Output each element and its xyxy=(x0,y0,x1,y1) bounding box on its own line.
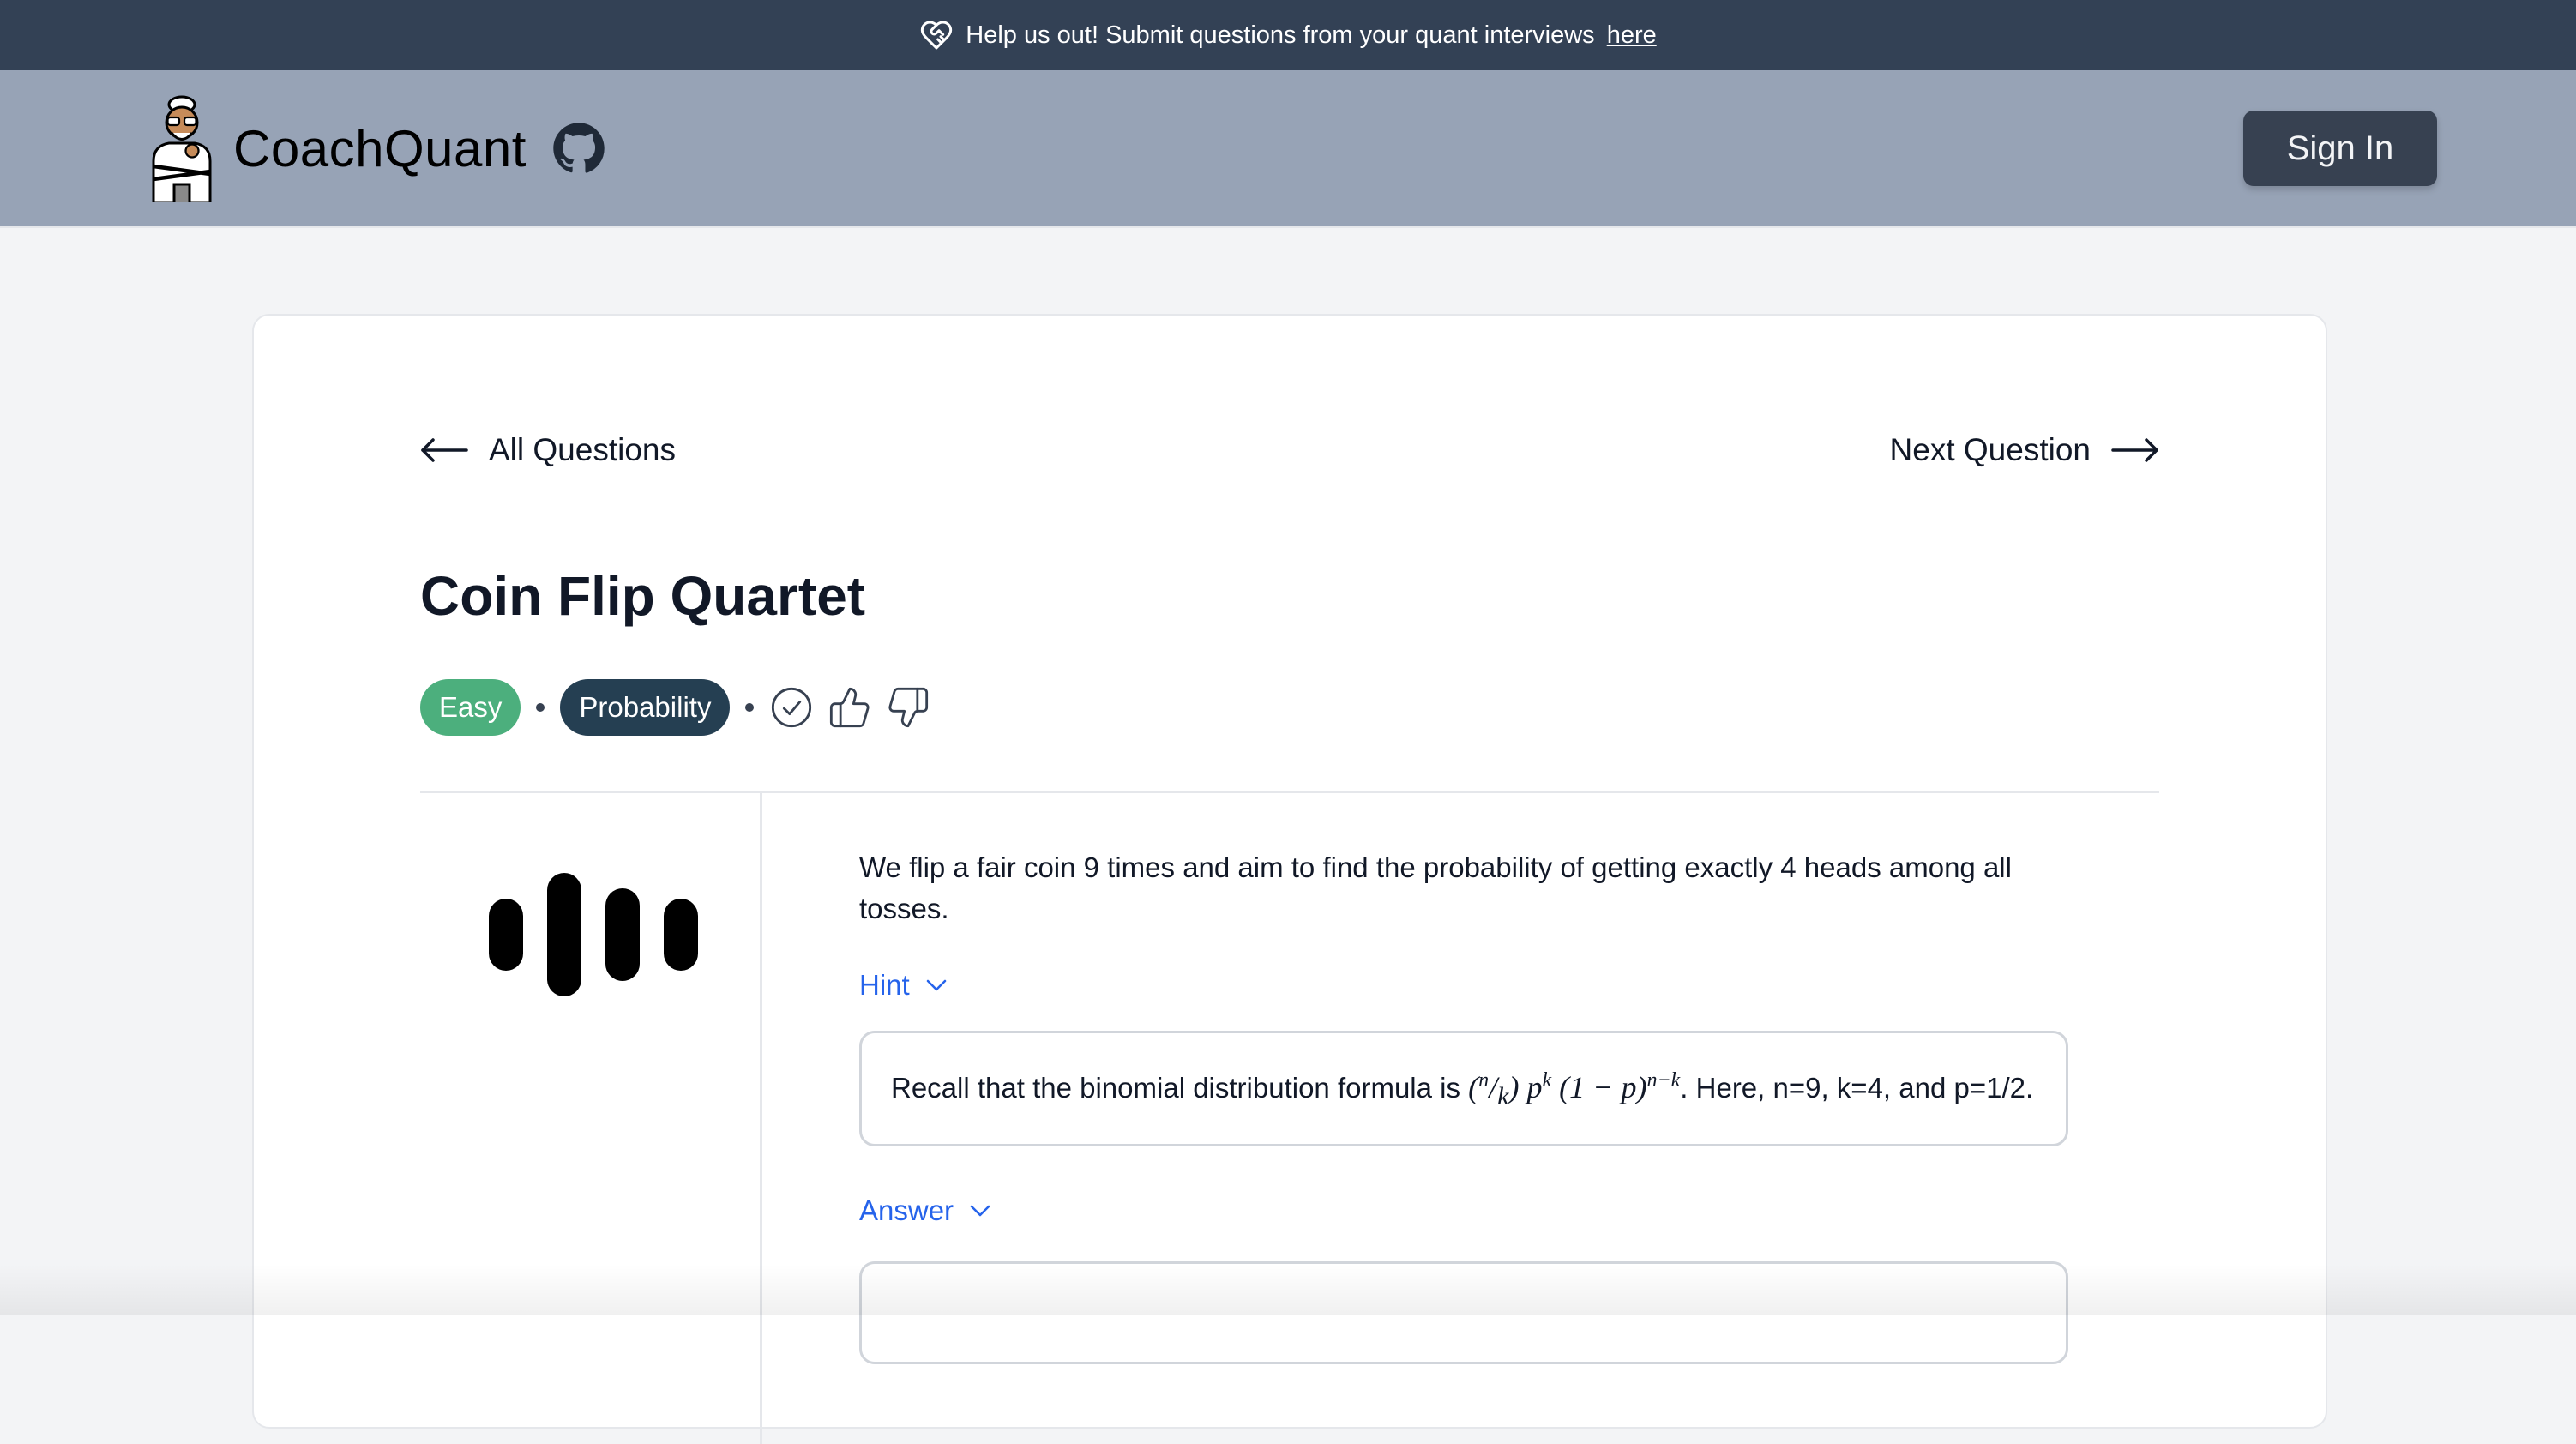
coach-avatar-logo xyxy=(146,94,218,202)
question-title: Coin Flip Quartet xyxy=(420,564,865,628)
bottom-shadow xyxy=(0,1264,2576,1315)
chevron-down-icon xyxy=(925,978,948,992)
section-divider xyxy=(420,791,2159,793)
banner-text: Help us out! Submit questions from your … xyxy=(966,21,1594,50)
hint-text-prefix: Recall that the binomial distribution fo… xyxy=(891,1072,1460,1104)
hint-label: Hint xyxy=(859,969,910,1002)
banner-link[interactable]: here xyxy=(1607,21,1657,50)
thumbs-down-icon[interactable] xyxy=(886,685,930,730)
audio-waveform-icon[interactable] xyxy=(480,873,703,1002)
next-question-label: Next Question xyxy=(1890,432,2091,468)
heart-handshake-icon xyxy=(919,18,954,52)
github-icon[interactable] xyxy=(552,122,605,175)
hint-text-suffix: . Here, n=9, k=4, and p=1/2. xyxy=(1680,1072,2033,1104)
answer-toggle[interactable]: Answer xyxy=(859,1194,2068,1227)
sign-in-button[interactable]: Sign In xyxy=(2243,111,2437,186)
all-questions-link[interactable]: All Questions xyxy=(420,432,676,468)
thumbs-up-icon[interactable] xyxy=(828,685,872,730)
hint-box: Recall that the binomial distribution fo… xyxy=(859,1031,2068,1146)
difficulty-badge: Easy xyxy=(420,679,521,736)
all-questions-label: All Questions xyxy=(489,432,676,468)
question-text: We flip a fair coin 9 times and aim to f… xyxy=(859,847,2068,930)
hint-toggle[interactable]: Hint xyxy=(859,969,2068,1002)
column-divider xyxy=(760,792,762,1444)
site-header: CoachQuant Sign In xyxy=(0,70,2576,228)
arrow-left-icon xyxy=(420,437,468,463)
question-card: All Questions Next Question Coin Flip Qu… xyxy=(252,314,2327,1429)
chevron-down-icon xyxy=(969,1204,991,1218)
binomial-formula: (n/k) pk (1 − p)n−k xyxy=(1468,1070,1680,1104)
brand[interactable]: CoachQuant xyxy=(146,94,605,202)
separator-dot xyxy=(745,703,754,712)
next-question-link[interactable]: Next Question xyxy=(1890,432,2159,468)
topic-badge[interactable]: Probability xyxy=(560,679,730,736)
question-meta: Easy Probability xyxy=(420,679,930,736)
arrow-right-icon xyxy=(2111,437,2159,463)
announcement-banner: Help us out! Submit questions from your … xyxy=(0,0,2576,70)
brand-name: CoachQuant xyxy=(233,119,527,178)
check-circle-icon[interactable] xyxy=(769,685,814,730)
separator-dot xyxy=(536,703,545,712)
question-nav: All Questions Next Question xyxy=(420,432,2159,468)
answer-label: Answer xyxy=(859,1194,954,1227)
